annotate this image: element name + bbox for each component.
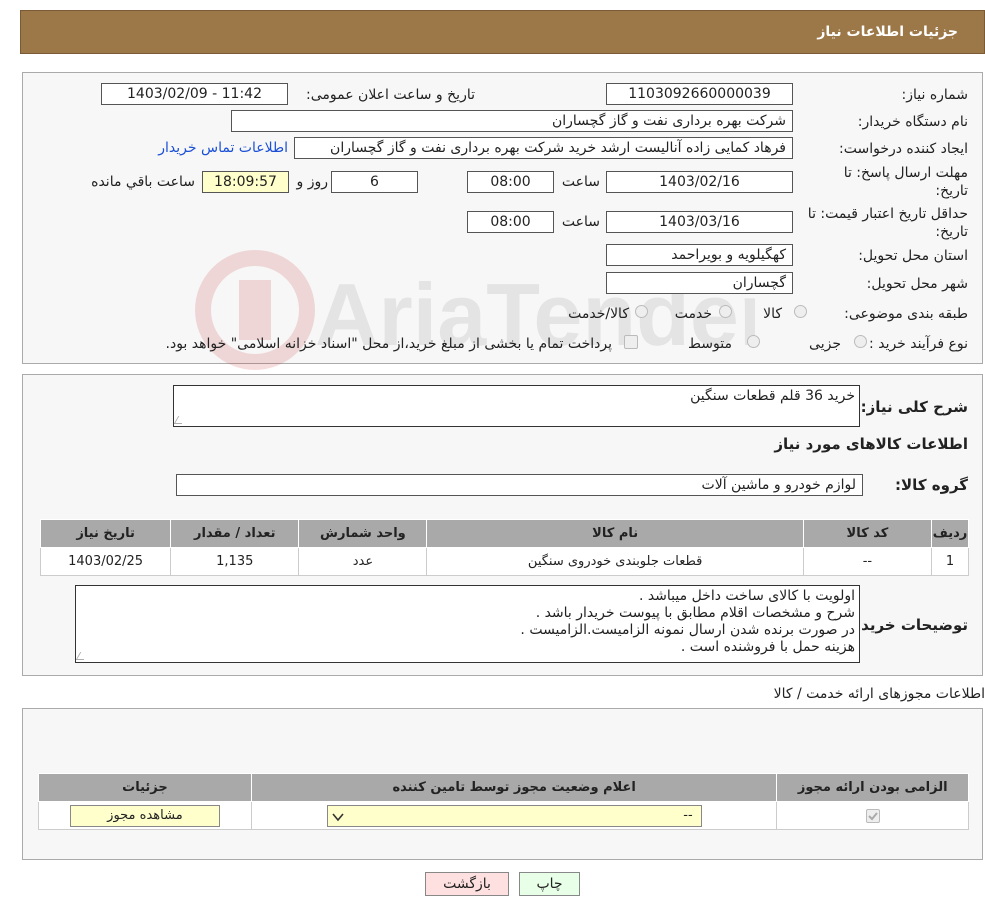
process-label: نوع فرآیند خرید : [869,336,968,352]
need-number-field: 1103092660000039 [606,83,793,105]
cell-date: 1403/02/25 [39,547,172,576]
remaining-time-field: 18:09:57 [202,171,289,193]
back-button[interactable]: بازگشت [425,872,509,896]
table-row: -- مشاهده مجوز [38,801,969,830]
summary-textarea[interactable]: خرید 36 قلم قطعات سنگین [173,385,860,427]
check-icon [868,811,878,820]
remaining-time-label: ساعت باقي مانده [91,174,195,190]
page-header: جزئیات اطلاعات نیاز [20,10,985,54]
license-status-select[interactable]: -- [326,804,702,827]
print-button[interactable]: چاپ [519,872,580,896]
licenses-table-header: الزامی بودن ارائه مجوز اعلام وضعیت مجوز … [38,773,969,802]
license-required-checkbox[interactable] [865,808,880,823]
page-title: جزئیات اطلاعات نیاز [817,24,958,40]
process-minor-radio[interactable] [854,335,867,348]
process-medium-radio[interactable] [747,335,760,348]
goods-table: ردیف کد کالا نام کالا واحد شمارش تعداد /… [39,519,970,576]
col-date: تاریخ نیاز [39,519,172,548]
summary-text: خرید 36 قلم قطعات سنگین [690,388,855,404]
goods-group-label: گروه کالا: [895,476,968,494]
licenses-title: اطلاعات مجوزهای ارائه خدمت / کالا [773,686,985,702]
col-name: نام کالا [426,519,804,548]
category-both-label: کالا/خدمت [568,306,629,322]
note-line: شرح و مشخصات اقلام مطابق با پیوست خریدار… [535,605,855,621]
col-qty: تعداد / مقدار [170,519,300,548]
resize-grip-icon[interactable] [173,416,187,424]
col-license-status: اعلام وضعیت مجوز توسط تامین کننده [250,773,778,802]
buyer-notes-textarea[interactable]: اولویت با کالای ساخت داخل میباشد . شرح و… [75,585,860,663]
deadline-time-label: ساعت [561,174,600,190]
buyer-org-label: نام دستگاه خریدار: [857,114,968,130]
category-label: طبقه بندی موضوعی: [844,306,968,322]
deadline-time-field: 08:00 [467,171,554,193]
category-both-radio[interactable] [635,305,648,318]
city-label: شهر محل تحویل: [866,276,968,292]
license-status-value: -- [683,807,693,823]
treasury-payment-checkbox[interactable] [624,335,638,349]
cell-license-details: مشاهده مجوز [38,801,252,830]
process-medium-label: متوسط [688,336,732,352]
cell-unit: عدد [298,547,428,576]
category-service-radio[interactable] [719,305,732,318]
col-row: ردیف [930,519,970,548]
buyer-org-field: شرکت بهره برداری نفت و گاز گچساران [231,110,793,132]
goods-table-header: ردیف کد کالا نام کالا واحد شمارش تعداد /… [39,519,970,548]
col-license-details: جزئیات [38,773,252,802]
buyer-notes-label: توضیحات خریدار: [841,616,968,634]
cell-name: قطعات جلوبندی خودروی سنگین [426,547,804,576]
cell-row: 1 [930,547,970,576]
goods-group-field: لوازم خودرو و ماشین آلات [176,474,863,496]
need-number-label: شماره نیاز: [901,87,969,103]
deadline-date-field: 1403/02/16 [606,171,793,193]
chevron-down-icon [332,812,344,821]
note-line: اولویت با کالای ساخت داخل میباشد . [638,588,855,604]
validity-time-label: ساعت [561,214,600,230]
announce-label: تاریخ و ساعت اعلان عمومی: [306,87,475,103]
days-field: 6 [331,171,418,193]
note-line: در صورت برنده شدن ارسال نمونه الزامیست.ا… [520,622,855,638]
creator-field: فرهاد کمایی زاده آنالیست ارشد خرید شرکت … [294,137,793,159]
province-field: کهگیلویه و بویراحمد [606,244,793,266]
process-minor-label: جزیی [809,336,841,352]
province-label: استان محل تحویل: [858,248,968,264]
cell-license-status: -- [250,801,778,830]
col-code: کد کالا [802,519,932,548]
category-goods-radio[interactable] [794,305,807,318]
validity-date-field: 1403/03/16 [606,211,793,233]
creator-label: ایجاد کننده درخواست: [839,141,968,157]
deadline-label: مهلت ارسال پاسخ: تا تاریخ: [843,165,968,199]
resize-grip-icon[interactable] [76,652,89,660]
table-row: 1 -- قطعات جلوبندی خودروی سنگین عدد 1,13… [39,547,970,576]
announce-field: 1403/02/09 - 11:42 [101,83,288,105]
cell-license-required [776,801,969,830]
goods-section-title: اطلاعات کالاهای مورد نیاز [774,435,968,453]
payment-note: پرداخت تمام یا بخشی از مبلغ خرید،از محل … [165,336,612,352]
validity-time-field: 08:00 [467,211,554,233]
summary-label: شرح کلی نیاز: [860,398,968,416]
col-unit: واحد شمارش [298,519,428,548]
category-goods-label: کالا [763,306,782,322]
buyer-contact-link[interactable]: اطلاعات تماس خریدار [158,140,288,156]
view-license-button[interactable]: مشاهده مجوز [69,804,220,827]
cell-qty: 1,135 [170,547,300,576]
col-license-required: الزامی بودن ارائه مجوز [776,773,969,802]
days-label: روز و [296,174,329,190]
cell-code: -- [802,547,932,576]
category-service-label: خدمت [674,306,712,322]
note-line: هزینه حمل با فروشنده است . [680,639,855,655]
city-field: گچساران [606,272,793,294]
licenses-table: الزامی بودن ارائه مجوز اعلام وضعیت مجوز … [38,773,969,830]
validity-label: حداقل تاریخ اعتبار قیمت: تا تاریخ: [807,206,968,240]
